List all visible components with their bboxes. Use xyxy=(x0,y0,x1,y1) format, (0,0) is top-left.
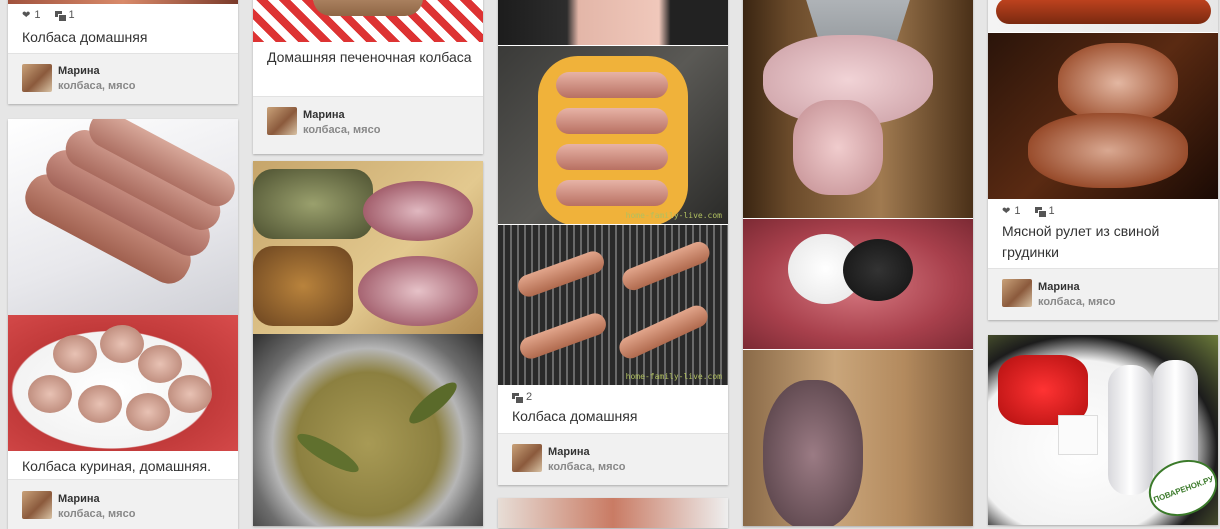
card-stats: ❤ 1 1 xyxy=(1002,205,1055,218)
recipe-photo-2[interactable] xyxy=(8,315,238,451)
likes-count: 1 xyxy=(1014,205,1021,217)
recipe-tags[interactable]: колбаса, мясо xyxy=(548,461,625,473)
recipe-card-next[interactable] xyxy=(498,498,728,528)
recipe-photo[interactable] xyxy=(498,0,728,45)
recipe-photo[interactable] xyxy=(253,161,483,334)
likes-counter[interactable]: ❤ 1 xyxy=(22,9,41,21)
recipe-photo[interactable] xyxy=(253,0,483,42)
reposts-count: 1 xyxy=(68,9,75,21)
column-3: home-family-live.com home-family-live.co… xyxy=(498,0,728,528)
repost-icon xyxy=(54,10,67,22)
recipe-title[interactable]: Колбаса домашняя xyxy=(22,27,228,48)
heart-icon: ❤ xyxy=(1002,205,1011,217)
recipe-photo[interactable] xyxy=(8,119,238,315)
author-bar: Марина колбаса, мясо xyxy=(498,433,728,485)
avatar[interactable] xyxy=(267,107,297,135)
recipe-photo-3[interactable] xyxy=(743,350,973,526)
author-name[interactable]: Марина xyxy=(58,65,100,77)
recipe-tags[interactable]: колбаса, мясо xyxy=(1038,296,1115,308)
column-2: Домашняя печеночная колбаса Марина колба… xyxy=(253,0,483,526)
recipe-photo-2[interactable]: home-family-live.com xyxy=(498,46,728,224)
recipe-photo[interactable] xyxy=(988,0,1218,32)
recipe-photo[interactable] xyxy=(8,0,238,4)
author-bar: Марина колбаса, мясо xyxy=(988,268,1218,320)
recipe-tags[interactable]: колбаса, мясо xyxy=(58,508,135,520)
recipe-photo-2[interactable] xyxy=(743,219,973,349)
likes-count: 1 xyxy=(34,9,41,21)
recipe-card-photo-stack[interactable] xyxy=(743,0,973,526)
reposts-counter[interactable]: 1 xyxy=(54,9,75,22)
recipe-tags[interactable]: колбаса, мясо xyxy=(303,124,380,136)
recipe-photo-2[interactable] xyxy=(988,33,1218,199)
watermark: home-family-live.com xyxy=(625,372,722,381)
recipe-tags[interactable]: колбаса, мясо xyxy=(58,80,135,92)
avatar[interactable] xyxy=(22,64,52,92)
column-5: ❤ 1 1 Мясной рулет из свиной грудинки Мар… xyxy=(988,0,1218,525)
author-bar: Марина колбаса, мясо xyxy=(8,479,238,529)
recipe-photo[interactable]: ПОВАРЕНОК.РУ xyxy=(988,335,1218,525)
author-name[interactable]: Марина xyxy=(303,109,345,121)
recipe-title[interactable]: Колбаса куриная, домашняя. xyxy=(22,456,228,477)
avatar[interactable] xyxy=(1002,279,1032,307)
recipe-title[interactable]: Колбаса домашняя xyxy=(512,406,718,427)
author-name[interactable]: Марина xyxy=(548,446,590,458)
recipe-card-kolbasa-kurinaya[interactable]: Колбаса куриная, домашняя. Марина колбас… xyxy=(8,119,238,529)
recipe-card-photo-bottom[interactable]: ПОВАРЕНОК.РУ xyxy=(988,335,1218,525)
recipe-card-kolbasa-domashnyaya-2[interactable]: home-family-live.com home-family-live.co… xyxy=(498,0,728,485)
author-bar: Марина колбаса, мясо xyxy=(8,53,238,104)
repost-icon xyxy=(1034,206,1047,218)
avatar[interactable] xyxy=(512,444,542,472)
reposts-count: 2 xyxy=(526,391,533,403)
avatar[interactable] xyxy=(22,491,52,519)
recipe-photo[interactable] xyxy=(498,498,728,528)
author-bar: Марина колбаса, мясо xyxy=(253,96,483,154)
column-4 xyxy=(743,0,973,526)
recipe-card-pechenochnaya[interactable]: Домашняя печеночная колбаса Марина колба… xyxy=(253,0,483,154)
author-name[interactable]: Марина xyxy=(1038,281,1080,293)
likes-counter[interactable]: ❤ 1 xyxy=(1002,205,1021,217)
column-1: ❤ 1 1 Колбаса домашняя Марина колбаса, мя… xyxy=(8,0,238,529)
reposts-counter[interactable]: 1 xyxy=(1034,205,1055,218)
card-stats: 2 xyxy=(512,391,533,404)
recipe-photo-2[interactable] xyxy=(253,334,483,526)
recipe-photo[interactable] xyxy=(743,0,973,218)
reposts-count: 1 xyxy=(1048,205,1055,217)
recipe-card-kolbasa-domashnyaya[interactable]: ❤ 1 1 Колбаса домашняя Марина колбаса, мя… xyxy=(8,0,238,104)
recipe-title[interactable]: Домашняя печеночная колбаса xyxy=(267,47,473,68)
recipe-card-myasnoy-rulet[interactable]: ❤ 1 1 Мясной рулет из свиной грудинки Мар… xyxy=(988,0,1218,320)
reposts-counter[interactable]: 2 xyxy=(512,391,533,404)
author-name[interactable]: Марина xyxy=(58,493,100,505)
recipe-card-photo-block[interactable] xyxy=(253,161,483,526)
heart-icon: ❤ xyxy=(22,9,31,21)
recipe-title[interactable]: Мясной рулет из свиной грудинки xyxy=(1002,221,1208,263)
watermark: home-family-live.com xyxy=(625,211,722,220)
recipe-photo-3[interactable]: home-family-live.com xyxy=(498,225,728,385)
repost-icon xyxy=(512,392,524,404)
card-stats: ❤ 1 1 xyxy=(22,9,75,22)
